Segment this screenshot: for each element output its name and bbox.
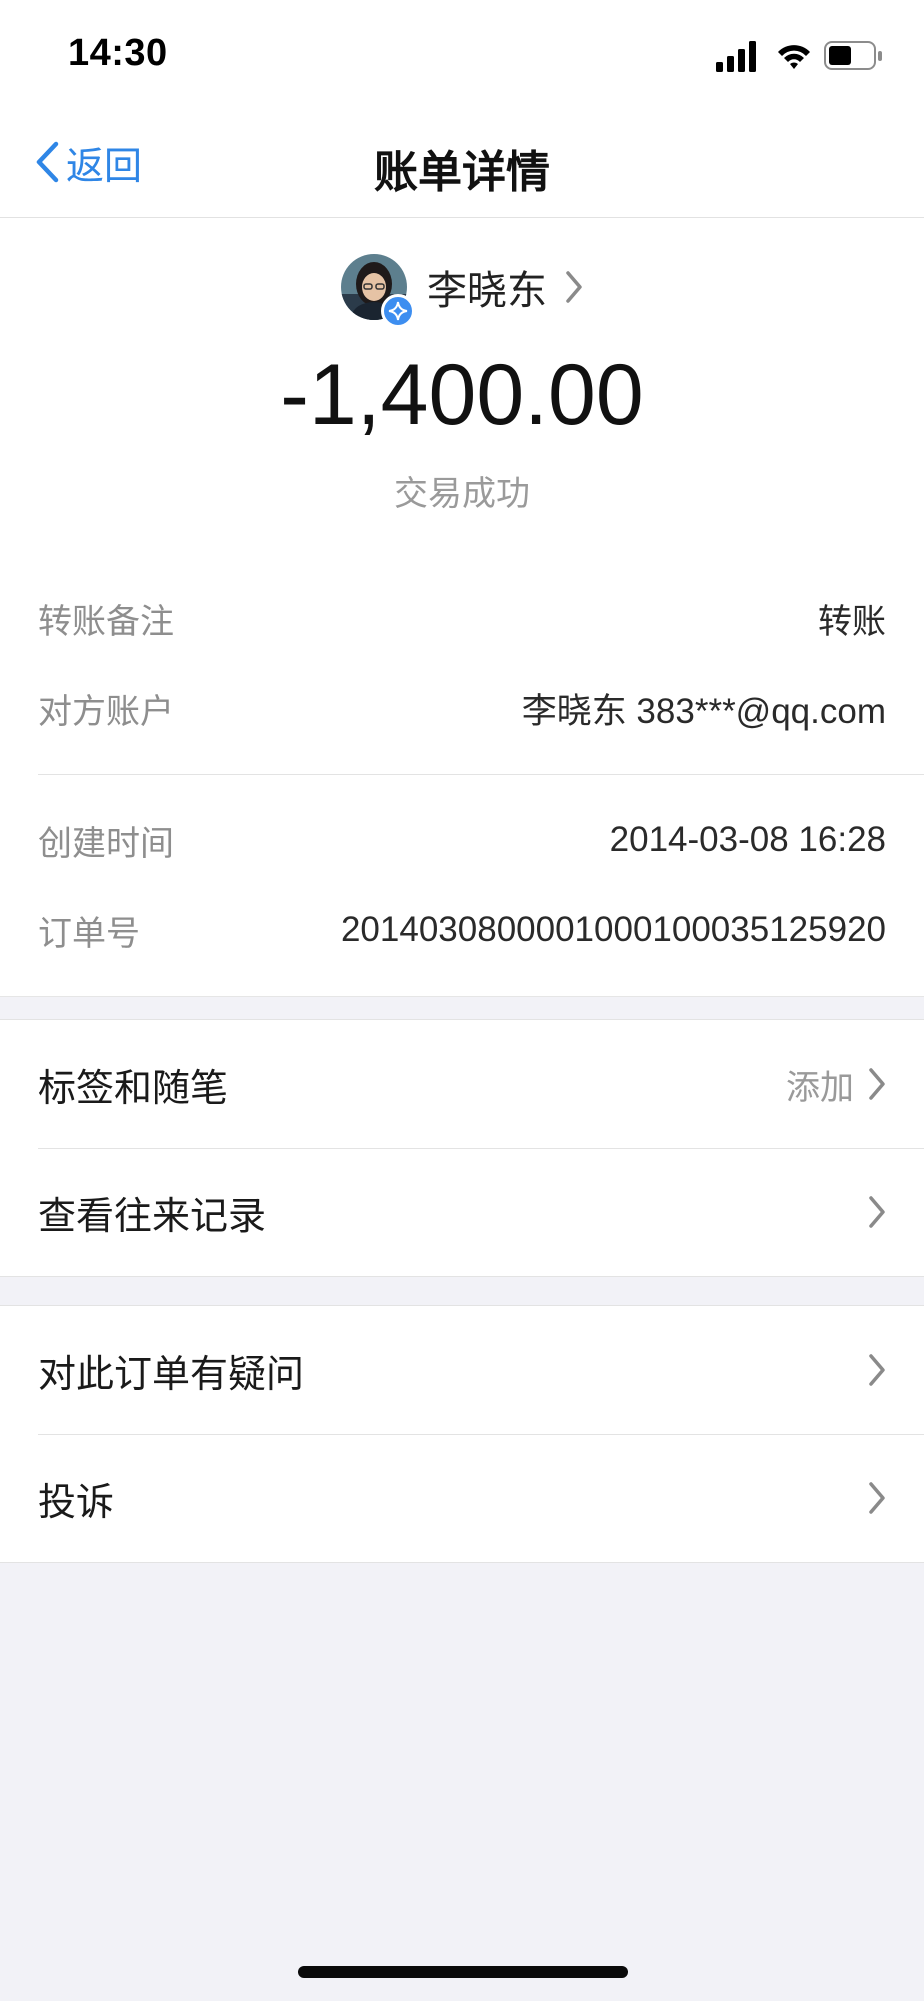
row-label: 查看往来记录	[38, 1193, 267, 1238]
row-label: 标签和随笔	[38, 1065, 229, 1110]
add-action-label: 添加	[786, 1067, 854, 1108]
detail-value: 2014-03-08 16:28	[609, 820, 886, 859]
order-question-row[interactable]: 对此订单有疑问	[0, 1306, 924, 1434]
wifi-icon	[778, 45, 810, 69]
settings-group-2: 对此订单有疑问 投诉	[0, 1305, 924, 1563]
chevron-right-icon	[869, 1196, 885, 1228]
page-title: 账单详情	[374, 147, 550, 198]
detail-label: 对方账户	[38, 691, 174, 732]
row-label: 对此订单有疑问	[38, 1351, 305, 1396]
battery-icon	[824, 41, 882, 70]
payee-link[interactable]: 李晓东	[0, 252, 924, 328]
bill-summary: 李晓东 -1,400.00 交易成功 转账备注 转账 对方账户 李晓东 383*…	[0, 218, 924, 997]
detail-row-account: 对方账户 李晓东 383***@qq.com	[38, 678, 886, 738]
payee-name: 李晓东	[427, 268, 547, 314]
signal-icon	[716, 41, 756, 72]
detail-value: 20140308000010001000351259​20	[340, 910, 886, 949]
settings-group-1: 标签和随笔 添加 查看往来记录	[0, 1019, 924, 1277]
detail-row-created-time: 创建时间 2014-03-08 16:28	[38, 810, 886, 870]
detail-label: 订单号	[38, 913, 140, 954]
status-time: 14:30	[68, 32, 168, 74]
verified-badge-icon	[381, 294, 415, 328]
detail-value: 转账	[818, 601, 886, 642]
row-label: 投诉	[38, 1479, 115, 1524]
detail-label: 转账备注	[38, 601, 174, 642]
detail-row-remark: 转账备注 转账	[38, 588, 886, 648]
status-bar: 14:30	[0, 0, 924, 110]
divider	[38, 774, 924, 775]
nav-bar: 返回 账单详情	[0, 110, 924, 218]
status-icons	[716, 41, 882, 72]
chevron-right-icon	[869, 1354, 885, 1386]
chevron-right-icon	[869, 1068, 885, 1100]
chevron-right-icon	[869, 1482, 885, 1514]
chevron-right-icon	[566, 271, 582, 303]
detail-row-order-number: 订单号 20140308000010001000351259​20	[38, 900, 886, 960]
detail-value: 李晓东 383***@qq.com	[521, 691, 886, 731]
amount: -1,400.00	[280, 347, 644, 443]
view-history-row[interactable]: 查看往来记录	[0, 1148, 924, 1276]
detail-label: 创建时间	[38, 823, 174, 864]
tags-and-notes-row[interactable]: 标签和随笔 添加	[0, 1020, 924, 1148]
home-indicator	[298, 1966, 628, 1978]
transaction-status: 交易成功	[394, 474, 530, 514]
avatar	[341, 254, 415, 328]
complaint-row[interactable]: 投诉	[0, 1434, 924, 1562]
